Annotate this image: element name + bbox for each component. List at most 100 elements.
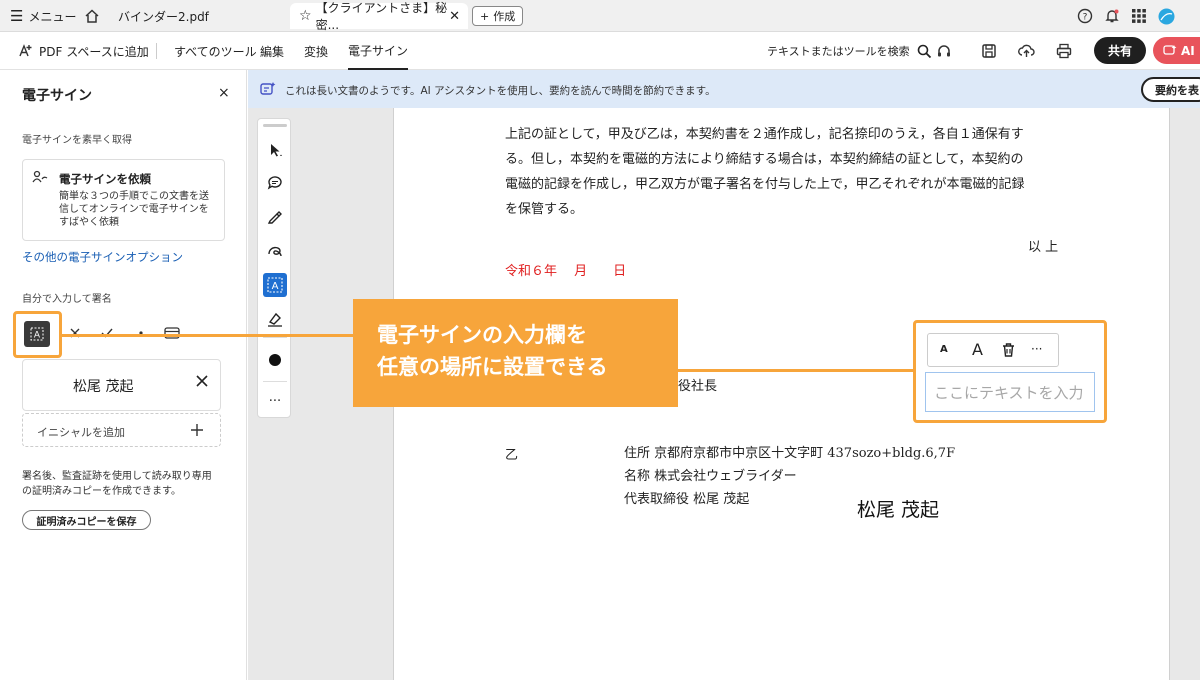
text-field-tool[interactable]: A: [263, 273, 287, 297]
save-certified-copy-button[interactable]: 証明済みコピーを保存: [22, 510, 151, 530]
ai-assistant-icon: [260, 81, 276, 97]
menu-label: メニュー: [28, 9, 77, 24]
cross-mark-icon[interactable]: [68, 326, 82, 340]
nav-e-sign-label: 電子サイン: [348, 43, 409, 58]
add-to-space-icon: [17, 43, 33, 59]
ai-label: AI: [1181, 43, 1195, 58]
request-desc-line: すばやく依頼: [59, 217, 119, 228]
search-icon: [917, 44, 932, 59]
paragraph-line: 上記の証として，甲及び乙は，本契約書を２通作成し，記名捺印のうえ，各自１通保有す: [505, 127, 1024, 142]
text-field-placeholder: ここにテキストを入力: [934, 383, 1084, 402]
tab-binder[interactable]: バインダー2.pdf: [118, 3, 209, 29]
draw-freehand-icon[interactable]: [263, 239, 287, 263]
annotation-callout: 電子サインの入力欄を 任意の場所に設置できる: [353, 299, 678, 407]
request-sign-icon: [32, 170, 48, 184]
ai-assistant-button[interactable]: AI: [1153, 37, 1200, 64]
plus-icon: +: [480, 9, 490, 23]
e-sign-panel: 電子サイン × 電子サインを素早く取得 電子サインを依頼 簡単な３つの手順でこの…: [0, 70, 247, 680]
ai-banner-text: これは長い文書のようです。AI アシスタントを使用し、要約を読んで時間を節約でき…: [285, 85, 716, 97]
request-desc-line: 簡単な３つの手順でこの文書を送: [59, 191, 209, 202]
show-summary-label: 要約を表: [1155, 83, 1199, 97]
more-tools-label: ···: [268, 393, 282, 409]
help-icon[interactable]: ?: [1075, 6, 1095, 26]
callout-line: 電子サインの入力欄を: [377, 323, 587, 347]
paragraph-line: を保管する。: [505, 202, 584, 217]
trash-icon[interactable]: [1001, 342, 1016, 358]
add-to-pdf-space-button[interactable]: PDF スペースに追加: [17, 32, 149, 70]
party-company: 名称 株式会社ウェブライダー: [624, 469, 797, 484]
save-certified-copy-label: 証明済みコピーを保存: [36, 516, 137, 528]
toolbar-divider: [156, 43, 157, 59]
callout-connector-left: [61, 334, 355, 337]
party-address: 住所 京都府京都市中京区十文字町 437sozo+bldg.6,7F: [624, 446, 956, 461]
plus-icon: [190, 423, 204, 437]
nav-all-tools-label: すべてのツール: [174, 44, 257, 59]
save-icon[interactable]: [979, 41, 999, 61]
add-initials-button[interactable]: イニシャルを追加: [22, 413, 221, 447]
share-label: 共有: [1107, 44, 1132, 58]
request-signature-title: 電子サインを依頼: [59, 172, 151, 186]
search-label: テキストまたはツールを検索: [767, 45, 910, 58]
comment-icon[interactable]: [263, 171, 287, 195]
date-field-icon[interactable]: [164, 326, 180, 340]
annotation-toolbar: A ···: [257, 118, 291, 418]
paragraph-line: る。但し，本契約を電磁的方法により締結する場合は，本契約締結の証として，本契約の: [505, 152, 1024, 167]
other-sign-options-link[interactable]: その他の電子サインオプション: [22, 249, 183, 265]
svg-text:A: A: [272, 281, 279, 292]
color-picker-icon[interactable]: [263, 348, 287, 372]
nav-edit[interactable]: 編集: [260, 32, 284, 70]
request-desc-line: 信してオンラインで電子サインを: [59, 204, 209, 215]
share-button[interactable]: 共有: [1094, 37, 1146, 64]
placed-signature[interactable]: 松尾 茂起: [857, 495, 939, 522]
request-signature-card[interactable]: 電子サインを依頼 簡単な３つの手順でこの文書を送 信してオンラインで電子サインを…: [22, 159, 225, 241]
info-line: の証明済みコピーを作成できます。: [22, 486, 181, 497]
nav-e-sign[interactable]: 電子サイン: [348, 32, 409, 70]
callout-line: 任意の場所に設置できる: [377, 355, 608, 379]
svg-text:A: A: [34, 331, 41, 341]
profile-avatar[interactable]: [1156, 6, 1176, 26]
nav-convert[interactable]: 変換: [304, 32, 328, 70]
print-icon[interactable]: [1054, 41, 1074, 61]
party-b-label: 乙: [505, 448, 519, 463]
decrease-font-button[interactable]: A: [940, 344, 948, 355]
check-mark-icon[interactable]: [100, 326, 114, 340]
paragraph-line: 電磁的記録を作成し，甲乙双方が電子署名を付与した上で，甲乙それぞれが本電磁的記録: [505, 177, 1025, 192]
close-tab-icon[interactable]: ✕: [449, 9, 460, 24]
svg-text:?: ?: [1083, 13, 1088, 23]
hamburger-icon: ☰: [10, 7, 24, 25]
headphones-icon[interactable]: [934, 41, 954, 61]
apps-grid-icon[interactable]: [1129, 6, 1149, 26]
select-cursor-icon[interactable]: [263, 138, 287, 162]
add-to-space-label: PDF スペースに追加: [39, 44, 149, 59]
tab-client-secret-title: 【クライアントさま】秘密...: [315, 1, 448, 32]
upload-cloud-icon[interactable]: [1016, 41, 1036, 61]
tab-binder-title: バインダー2.pdf: [118, 9, 209, 24]
nav-all-tools[interactable]: すべてのツール: [174, 32, 257, 70]
signature-name: 松尾 茂起: [73, 379, 134, 395]
more-tools-icon[interactable]: ···: [263, 389, 287, 413]
self-sign-section-label: 自分で入力して署名: [22, 294, 112, 305]
sign-pen-icon[interactable]: [263, 307, 287, 331]
close-panel-icon[interactable]: ×: [218, 85, 230, 101]
home-button[interactable]: [84, 3, 100, 29]
star-icon[interactable]: ☆: [299, 8, 312, 24]
tab-client-secret[interactable]: ☆ 【クライアントさま】秘密... ✕: [290, 1, 468, 32]
search-tools-button[interactable]: テキストまたはツールを検索: [767, 32, 932, 70]
menu-button[interactable]: ☰ メニュー: [10, 3, 76, 29]
dot-icon[interactable]: [134, 326, 148, 340]
text-input-field[interactable]: ここにテキストを入力: [925, 372, 1095, 412]
delete-signature-icon[interactable]: [195, 374, 209, 388]
saved-signature[interactable]: 松尾 茂起: [22, 359, 221, 411]
show-summary-button[interactable]: 要約を表: [1141, 77, 1200, 102]
panel-title: 電子サイン: [22, 88, 92, 104]
field-more-options-icon[interactable]: ···: [1031, 342, 1042, 356]
new-tab-button[interactable]: + 作成: [472, 6, 524, 26]
notification-bell-icon[interactable]: [1102, 6, 1122, 26]
toolbar-grip[interactable]: [263, 124, 287, 127]
highlight-pen-icon[interactable]: [263, 205, 287, 229]
nav-edit-label: 編集: [260, 44, 285, 59]
new-tab-label: 作成: [493, 10, 516, 23]
ai-sparkle-icon: [1163, 44, 1177, 58]
increase-font-button[interactable]: A: [972, 340, 983, 359]
add-text-field-button[interactable]: A: [24, 321, 50, 347]
